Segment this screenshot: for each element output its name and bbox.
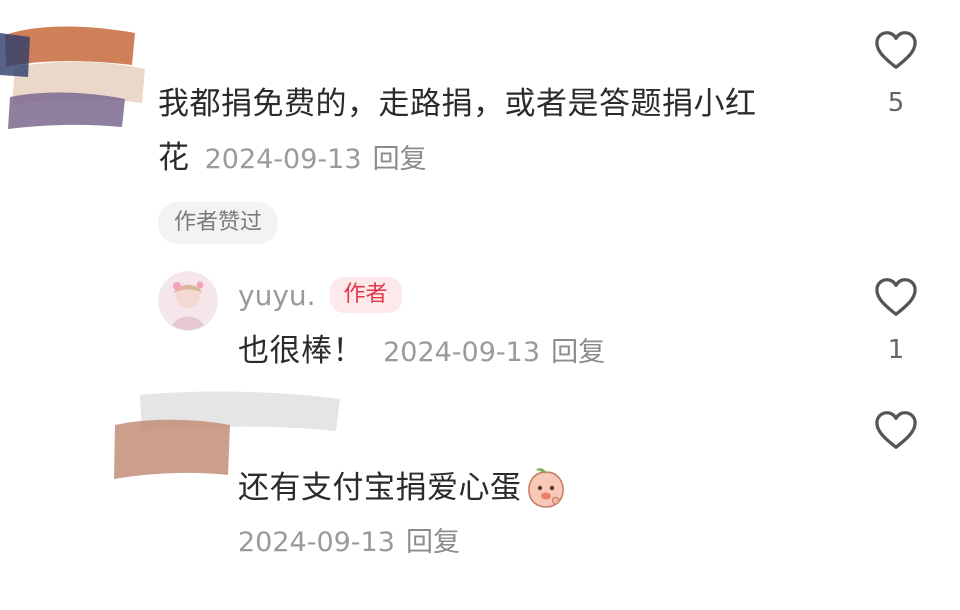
like-heart-icon[interactable] — [874, 30, 918, 70]
comment-text-line2: 花 — [158, 140, 190, 176]
like-heart-icon[interactable] — [874, 410, 918, 450]
comment-body: 还有支付宝捐爱心蛋 — [238, 460, 568, 516]
like-count: 5 — [887, 88, 905, 118]
comment-text-line1: 我都捐免费的，走路捐，或者是答题捐小红 — [158, 86, 757, 122]
username[interactable]: yuyu. — [238, 279, 316, 312]
comment-2: yuyu. 作者 也很棒！ 2024-09-13 回复 1 — [0, 255, 960, 375]
user-avatar[interactable] — [158, 271, 218, 331]
comment-date: 2024-09-13 — [204, 144, 362, 175]
comment-date: 2024-09-13 — [383, 337, 541, 368]
reply-body: 也很棒！ 2024-09-13 回复 — [238, 323, 605, 379]
comment-line2: 花 2024-09-13 回复 — [158, 130, 427, 186]
author-badge: 作者 — [329, 277, 402, 313]
comment-text: 还有支付宝捐爱心蛋 — [238, 470, 522, 506]
reply-header: yuyu. 作者 — [238, 277, 402, 313]
comment-meta: 2024-09-13 回复 — [238, 520, 460, 559]
like-count: 1 — [887, 335, 905, 365]
comment-text: 我都捐免费的，走路捐，或者是答题捐小红 — [158, 76, 757, 132]
reply-button[interactable]: 回复 — [551, 337, 605, 368]
reply-button[interactable]: 回复 — [406, 527, 460, 558]
reply-button[interactable]: 回复 — [373, 144, 427, 175]
comment-3: 还有支付宝捐爱心蛋 2024-09-13 回复 — [0, 385, 960, 605]
peach-emoji-icon — [527, 468, 564, 508]
author-liked-chip: 作者赞过 — [158, 202, 279, 244]
comment-date: 2024-09-13 — [238, 527, 395, 558]
comment-1: 我都捐免费的，走路捐，或者是答题捐小红 花 2024-09-13 回复 作者赞过… — [0, 0, 960, 250]
comment-text: 也很棒！ — [238, 333, 364, 369]
redacted-avatar — [0, 26, 145, 129]
like-heart-icon[interactable] — [874, 277, 918, 317]
